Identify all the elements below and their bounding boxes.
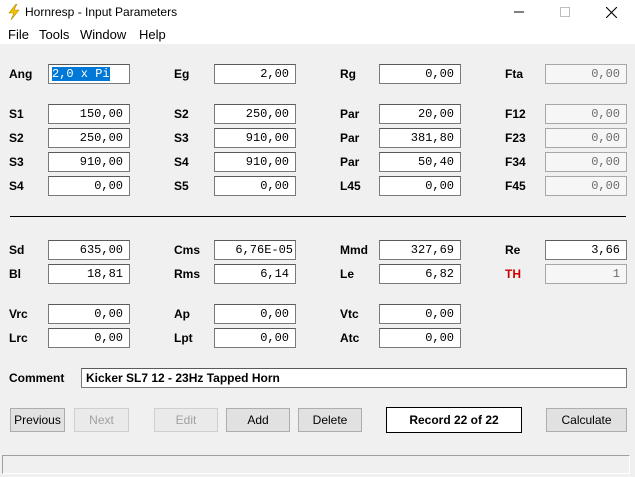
label-mmd: Mmd — [340, 243, 368, 257]
cms-field[interactable]: 6,76E-05 — [214, 240, 296, 260]
s5-field[interactable]: 0,00 — [214, 176, 296, 196]
par1-field[interactable]: 20,00 — [379, 104, 461, 124]
label-le: Le — [340, 267, 355, 281]
label-par2: Par — [340, 131, 360, 145]
lrc-field[interactable]: 0,00 — [48, 328, 130, 348]
s4-field[interactable]: 0,00 — [48, 176, 130, 196]
menu-bar: File Tools Window Help — [0, 24, 635, 44]
label-sd: Sd — [9, 243, 25, 257]
s3-field[interactable]: 910,00 — [48, 152, 130, 172]
label-s4-right: S4 — [174, 155, 189, 169]
label-s2-right: S2 — [174, 107, 189, 121]
lightning-bolt-icon — [8, 4, 20, 20]
record-indicator: Record 22 of 22 — [386, 407, 522, 433]
l45-field[interactable]: 0,00 — [379, 176, 461, 196]
s2-field[interactable]: 250,00 — [48, 128, 130, 148]
sd-field[interactable]: 635,00 — [48, 240, 130, 260]
menu-tools[interactable]: Tools — [39, 27, 69, 42]
mmd-field[interactable]: 327,69 — [379, 240, 461, 260]
section-divider — [10, 216, 626, 217]
maximize-button[interactable] — [542, 0, 588, 24]
label-s3: S3 — [9, 155, 24, 169]
rms-field[interactable]: 6,14 — [214, 264, 296, 284]
vrc-field[interactable]: 0,00 — [48, 304, 130, 324]
label-f23: F23 — [505, 131, 526, 145]
vtc-field[interactable]: 0,00 — [379, 304, 461, 324]
f23-field: 0,00 — [545, 128, 627, 148]
next-button[interactable]: Next — [74, 408, 129, 432]
s4-right-field[interactable]: 910,00 — [214, 152, 296, 172]
menu-help[interactable]: Help — [139, 27, 166, 42]
window-title: Hornresp - Input Parameters — [25, 5, 178, 19]
label-f34: F34 — [505, 155, 526, 169]
label-rg: Rg — [340, 67, 356, 81]
s3-right-field[interactable]: 910,00 — [214, 128, 296, 148]
label-par1: Par — [340, 107, 360, 121]
ang-value: 2,0 x Pi — [52, 67, 110, 81]
s2-right-field[interactable]: 250,00 — [214, 104, 296, 124]
previous-button[interactable]: Previous — [10, 408, 65, 432]
label-s2: S2 — [9, 131, 24, 145]
label-th: TH — [505, 267, 521, 281]
label-comment: Comment — [9, 371, 65, 385]
eg-field[interactable]: 2,00 — [214, 64, 296, 84]
th-field: 1 — [545, 264, 627, 284]
bl-field[interactable]: 18,81 — [48, 264, 130, 284]
label-s3-right: S3 — [174, 131, 189, 145]
close-icon — [605, 6, 617, 18]
f12-field: 0,00 — [545, 104, 627, 124]
close-button[interactable] — [588, 0, 634, 24]
label-s5: S5 — [174, 179, 189, 193]
label-l45: L45 — [340, 179, 361, 193]
label-rms: Rms — [174, 267, 201, 281]
le-field[interactable]: 6,82 — [379, 264, 461, 284]
title-bar: Hornresp - Input Parameters — [0, 0, 635, 24]
label-re: Re — [505, 243, 521, 257]
delete-button[interactable]: Delete — [298, 408, 362, 432]
label-ang: Ang — [9, 67, 33, 81]
label-fta: Fta — [505, 67, 523, 81]
label-par3: Par — [340, 155, 360, 169]
s1-field[interactable]: 150,00 — [48, 104, 130, 124]
label-cms: Cms — [174, 243, 201, 257]
f34-field: 0,00 — [545, 152, 627, 172]
label-vrc: Vrc — [9, 307, 28, 321]
label-eg: Eg — [174, 67, 190, 81]
label-ap: Ap — [174, 307, 190, 321]
ang-field[interactable]: 2,0 x Pi — [48, 64, 130, 84]
fta-field: 0,00 — [545, 64, 627, 84]
menu-window[interactable]: Window — [80, 27, 126, 42]
ap-field[interactable]: 0,00 — [214, 304, 296, 324]
label-f45: F45 — [505, 179, 526, 193]
label-f12: F12 — [505, 107, 526, 121]
label-bl: Bl — [9, 267, 21, 281]
comment-field[interactable]: Kicker SL7 12 - 23Hz Tapped Horn — [81, 368, 627, 388]
f45-field: 0,00 — [545, 176, 627, 196]
maximize-icon — [560, 7, 570, 17]
label-s4: S4 — [9, 179, 24, 193]
label-lpt: Lpt — [174, 331, 193, 345]
minimize-icon — [514, 11, 524, 13]
label-s1: S1 — [9, 107, 24, 121]
status-bar — [2, 455, 630, 474]
label-atc: Atc — [340, 331, 360, 345]
calculate-button[interactable]: Calculate — [546, 408, 627, 432]
label-vtc: Vtc — [340, 307, 359, 321]
lpt-field[interactable]: 0,00 — [214, 328, 296, 348]
atc-field[interactable]: 0,00 — [379, 328, 461, 348]
re-field[interactable]: 3,66 — [545, 240, 627, 260]
edit-button[interactable]: Edit — [154, 408, 218, 432]
menu-file[interactable]: File — [8, 27, 29, 42]
par3-field[interactable]: 50,40 — [379, 152, 461, 172]
minimize-button[interactable] — [496, 0, 542, 24]
par2-field[interactable]: 381,80 — [379, 128, 461, 148]
rg-field[interactable]: 0,00 — [379, 64, 461, 84]
add-button[interactable]: Add — [226, 408, 290, 432]
label-lrc: Lrc — [9, 331, 28, 345]
